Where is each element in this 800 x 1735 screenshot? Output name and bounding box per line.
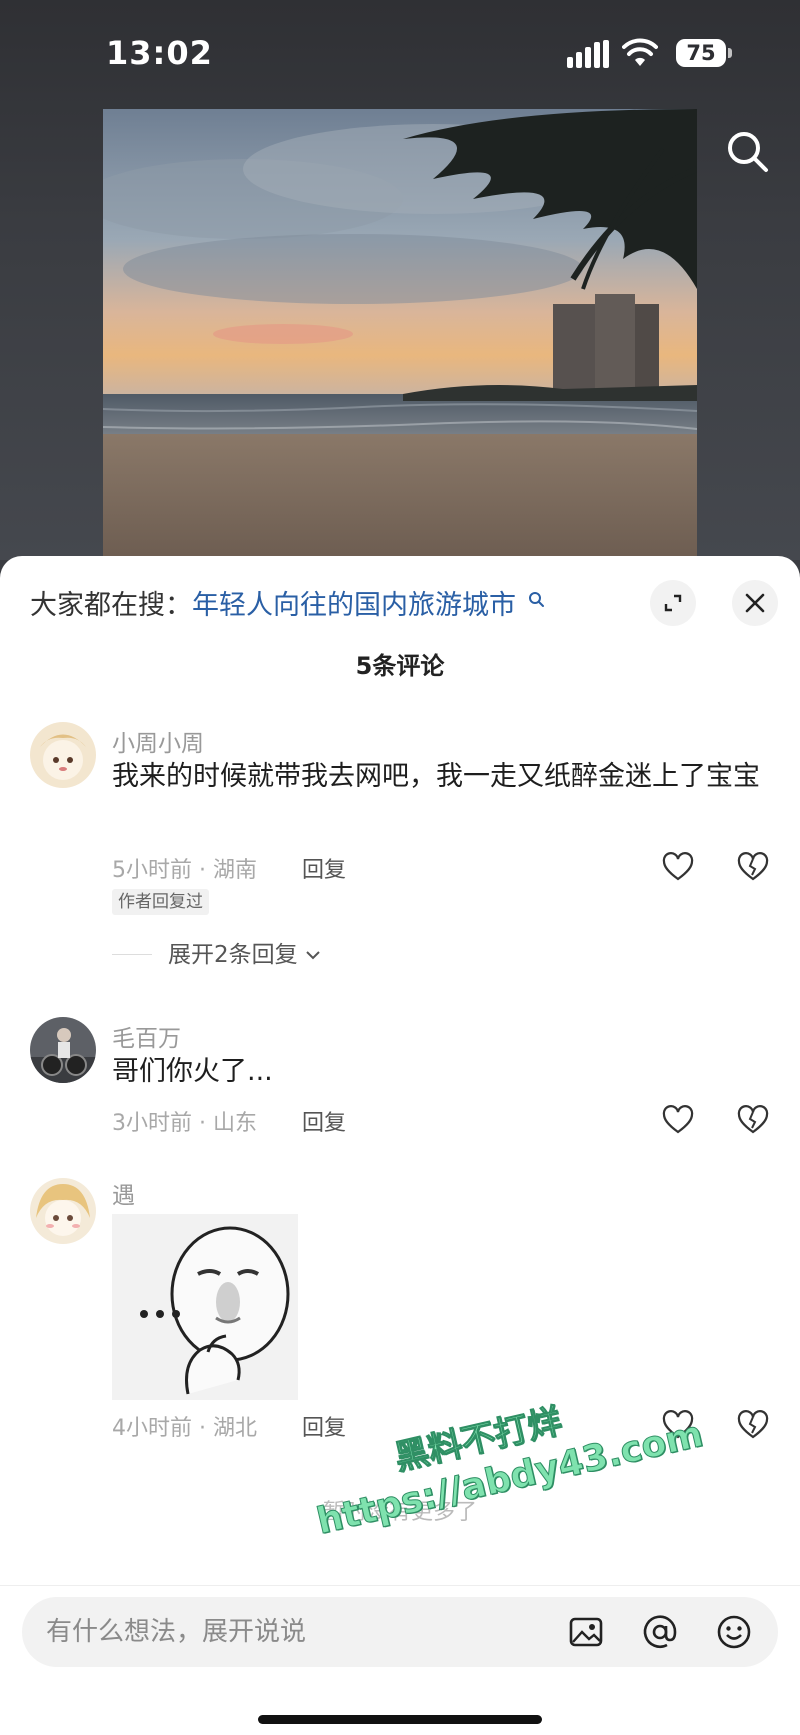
end-of-comments-text: 暂时没有更多了	[322, 1500, 477, 1525]
home-indicator[interactable]	[258, 1715, 542, 1724]
avatar-image	[30, 1017, 96, 1083]
expand-button[interactable]	[650, 580, 696, 626]
watermark-line-1: 黑料不打烊	[390, 1401, 566, 1479]
at-icon[interactable]	[642, 1614, 678, 1650]
heart-icon[interactable]	[662, 1410, 694, 1440]
wifi-icon	[622, 38, 658, 66]
close-button[interactable]	[732, 580, 778, 626]
comment-text: 我来的时候就带我去网吧，我一走又纸醉金迷上了宝宝	[112, 761, 760, 792]
comment-meta: 4小时前 · 湖北	[112, 1416, 257, 1441]
comment-username[interactable]: 小周小周	[112, 724, 204, 758]
divider-line	[112, 954, 152, 955]
reply-button[interactable]: 回复	[302, 1410, 346, 1442]
expand-icon	[664, 594, 682, 612]
comment-input-area: 有什么想法，展开说说	[0, 1585, 800, 1735]
signal-bars-icon	[567, 40, 609, 68]
watermark: 黑料不打烊 https://abdy43.com	[300, 1361, 708, 1602]
comment-input-placeholder: 有什么想法，展开说说	[46, 1617, 307, 1647]
video-area[interactable]: 13:02 75	[0, 0, 800, 560]
beach-sunset-image	[103, 109, 697, 560]
comment-text: 哥们你火了...	[112, 1056, 273, 1087]
status-time: 13:02	[106, 34, 213, 72]
avatar[interactable]	[30, 722, 96, 788]
avatar-image	[30, 722, 96, 788]
search-icon[interactable]	[724, 128, 772, 176]
comment-username[interactable]: 遇	[112, 1176, 135, 1210]
broken-heart-icon[interactable]	[737, 1410, 769, 1440]
hot-search-label: 大家都在搜：	[30, 590, 192, 621]
chevron-down-icon	[306, 951, 320, 960]
broken-heart-icon[interactable]	[737, 1105, 769, 1135]
post-photo[interactable]	[103, 109, 697, 560]
hot-search-bar[interactable]: 大家都在搜：年轻人向往的国内旅游城市	[30, 586, 545, 626]
battery-indicator: 75	[676, 39, 732, 67]
comment-sheet: 大家都在搜：年轻人向往的国内旅游城市 5条评论 小周小周 我来的时候就带我去网吧…	[0, 556, 800, 1735]
comment-input[interactable]: 有什么想法，展开说说	[22, 1597, 778, 1667]
close-icon	[745, 593, 765, 613]
small-search-icon	[528, 592, 544, 607]
comment-username[interactable]: 毛百万	[112, 1019, 181, 1053]
heart-icon[interactable]	[662, 1105, 694, 1135]
avatar[interactable]	[30, 1017, 96, 1083]
image-icon[interactable]	[568, 1614, 604, 1650]
hot-search-query[interactable]: 年轻人向往的国内旅游城市	[192, 590, 516, 621]
emoji-icon[interactable]	[716, 1614, 752, 1650]
heart-icon[interactable]	[662, 852, 694, 882]
reply-button[interactable]: 回复	[302, 852, 346, 884]
comment-meta: 5小时前 · 湖南	[112, 858, 257, 883]
thinking-face-sticker	[112, 1214, 298, 1400]
avatar[interactable]	[30, 1178, 96, 1244]
broken-heart-icon[interactable]	[737, 852, 769, 882]
comment-count: 5条评论	[355, 652, 445, 680]
comment-meta: 3小时前 · 山东	[112, 1111, 257, 1136]
expand-replies-button[interactable]: 展开2条回复	[112, 935, 321, 969]
comment-sticker[interactable]	[112, 1214, 298, 1400]
status-bar: 13:02 75	[0, 0, 800, 100]
reply-button[interactable]: 回复	[302, 1105, 346, 1137]
expand-replies-label: 展开2条回复	[168, 942, 298, 968]
battery-level: 75	[686, 41, 716, 65]
author-replied-tag: 作者回复过	[112, 889, 209, 915]
avatar-image	[30, 1178, 96, 1244]
